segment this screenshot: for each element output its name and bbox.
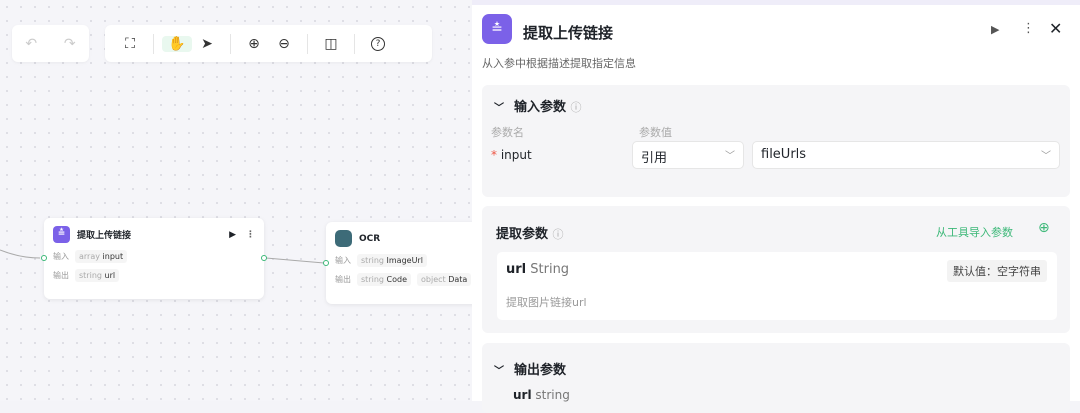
extract-field-card[interactable]: url String 默认值：空字符串 提取图片链接url [497,252,1057,320]
import-from-tool-link[interactable]: 从工具导入参数 [936,224,1013,240]
output-label: 输出 [53,271,69,280]
panel-title[interactable]: 提取上传链接 [523,22,613,43]
extract-icon: ≛ [53,226,70,243]
node-settings-panel: ≛ 提取上传链接 ▶ ⋮ ✕ 从入参中根据描述提取指定信息 ﹀ 输入参数 ⓘ 参数… [472,0,1080,413]
output-label: 输出 [335,275,351,284]
input-port[interactable] [41,255,47,261]
connections [0,249,325,264]
output-field-type: string [535,388,570,402]
edge [0,249,41,259]
input-params-section: ﹀ 输入参数 ⓘ 参数名 参数值 * input 引用 ﹀ fileUrls ﹀ [482,85,1070,197]
panel-description: 从入参中根据描述提取指定信息 [482,57,636,70]
ocr-icon [335,230,352,247]
output-params-toggle[interactable]: ﹀ 输出参数 [494,359,566,378]
output-params-section: ﹀ 输出参数 url string [482,343,1070,413]
node-extract-link[interactable]: ≛ 提取上传链接 ▶ ⋮ 输入 array input 输出 string url [41,218,267,299]
info-icon: ⓘ [570,101,582,114]
field-name: url [506,262,527,277]
extract-icon: ≛ [482,14,512,44]
output-tag: string Code [357,273,411,286]
col-value-label: 参数值 [639,126,672,139]
info-icon: ⓘ [552,228,564,241]
input-params-toggle[interactable]: ﹀ 输入参数 ⓘ [494,96,582,115]
extract-params-section: 提取参数 ⓘ 从工具导入参数 ⊕ url String 默认值：空字符串 提取图… [482,206,1070,333]
field-type: String [530,262,570,277]
run-icon[interactable]: ▶ [229,230,236,240]
output-field-name: url [513,388,532,402]
value-select[interactable]: fileUrls ﹀ [752,141,1060,169]
output-tag: string url [75,269,120,282]
output-port[interactable] [261,255,267,261]
output-tag: object Data [417,273,472,286]
workflow-canvas[interactable]: ↶ ↷ ⛶ ✋ ➤ ⊕ ⊖ ◫ ? ≛ 提取上传链接 ▶ ⋮ 输入 array inpu… [0,0,486,401]
more-icon[interactable]: ⋮ [246,230,255,240]
node-ocr[interactable]: OCR 输入 string ImageUrl 输出 string Code objec… [323,222,486,304]
input-label: 输入 [53,252,69,261]
node-title: 提取上传链接 [77,231,132,241]
default-value-badge: 默认值：空字符串 [947,260,1047,282]
more-icon[interactable]: ⋮ [1022,21,1035,36]
param-name: * input [491,148,532,162]
close-icon[interactable]: ✕ [1049,19,1062,38]
col-name-label: 参数名 [491,126,524,139]
add-icon[interactable]: ⊕ [1038,220,1050,236]
chevron-down-icon: ﹀ [494,103,504,114]
run-icon[interactable]: ▶ [991,23,999,36]
chevron-down-icon: ﹀ [1041,151,1051,162]
node-title: OCR [359,233,381,244]
mode-select[interactable]: 引用 ﹀ [632,141,744,169]
edge [265,257,325,264]
chevron-down-icon: ﹀ [494,366,504,377]
extract-params-title: 提取参数 ⓘ [496,227,564,242]
field-description: 提取图片链接url [506,296,587,309]
input-port[interactable] [323,260,329,266]
input-tag: string ImageUrl [357,254,427,267]
input-label: 输入 [335,256,351,265]
chevron-down-icon: ﹀ [725,151,735,162]
input-tag: array input [75,250,128,263]
